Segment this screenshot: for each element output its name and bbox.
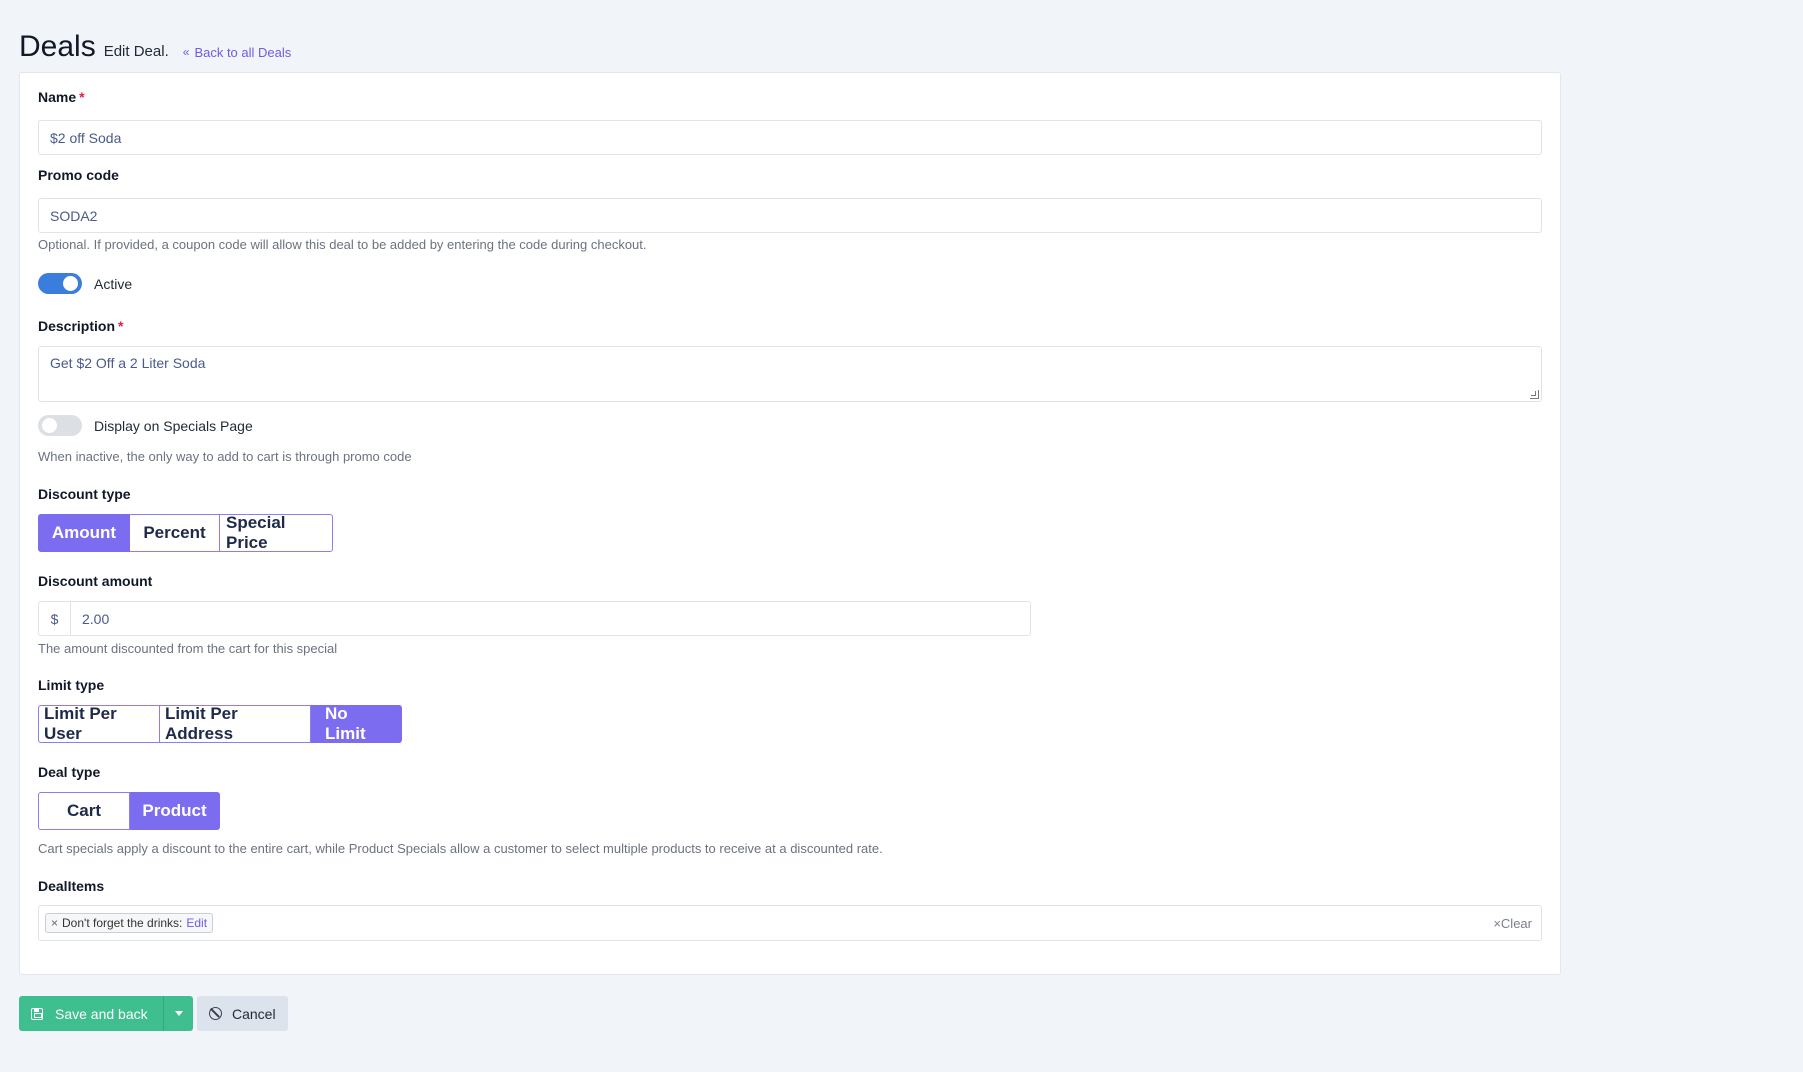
deal-item-tag: × Don't forget the drinks: Edit <box>45 913 214 933</box>
deal-type-help: Cart specials apply a discount to the en… <box>38 841 883 856</box>
save-button-group: Save and back <box>19 996 193 1031</box>
required-mark: * <box>79 89 85 105</box>
floppy-disk-icon <box>31 1007 43 1020</box>
discount-amount-value: 2.00 <box>82 610 110 627</box>
display-specials-toggle-row: Display on Specials Page <box>38 415 253 436</box>
discount-type-selector: Amount Percent Special Price <box>38 513 333 552</box>
name-input-value: $2 off Soda <box>50 129 122 146</box>
cancel-button[interactable]: Cancel <box>197 996 288 1031</box>
promo-code-label: Promo code <box>38 167 119 183</box>
required-mark: * <box>118 318 124 334</box>
promo-code-input[interactable]: SODA2 <box>38 198 1542 233</box>
description-textarea[interactable]: Get $2 Off a 2 Liter Soda <box>38 346 1542 402</box>
discount-type-amount-button[interactable]: Amount <box>38 514 130 552</box>
limit-per-address-button[interactable]: Limit Per Address <box>160 704 311 743</box>
active-toggle[interactable] <box>38 273 82 294</box>
resize-grip-icon[interactable] <box>1530 390 1539 399</box>
discount-type-percent-button[interactable]: Percent <box>130 514 220 552</box>
display-specials-toggle[interactable] <box>38 415 82 436</box>
back-link-label: Back to all Deals <box>194 44 292 60</box>
caret-down-icon <box>174 1011 183 1016</box>
deal-type-label: Deal type <box>38 764 101 780</box>
page-subtitle: Edit Deal. <box>103 43 169 60</box>
active-label: Active <box>94 275 133 292</box>
deal-type-selector: Cart Product <box>38 792 220 830</box>
cancel-label: Cancel <box>232 1005 276 1022</box>
discount-amount-help: The amount discounted from the cart for … <box>38 641 338 656</box>
discount-type-special-price-button[interactable]: Special Price <box>220 513 333 552</box>
promo-code-help: Optional. If provided, a coupon code wil… <box>38 237 647 252</box>
ban-icon <box>209 1007 222 1020</box>
double-chevron-left-icon: « <box>182 45 190 59</box>
description-value: Get $2 Off a 2 Liter Soda <box>50 355 206 371</box>
discount-type-label: Discount type <box>38 486 131 502</box>
toggle-knob <box>42 418 57 433</box>
page-header: Deals Edit Deal. « Back to all Deals <box>19 30 291 64</box>
deal-type-cart-button[interactable]: Cart <box>38 792 130 830</box>
discount-amount-group: $ 2.00 <box>38 601 1031 636</box>
save-and-back-label: Save and back <box>55 1005 148 1022</box>
limit-per-user-button[interactable]: Limit Per User <box>38 704 160 743</box>
name-label: Name * <box>38 89 85 105</box>
deal-item-edit-link[interactable]: Edit <box>186 916 207 930</box>
description-label: Description * <box>38 318 124 334</box>
deal-type-product-button[interactable]: Product <box>130 792 220 830</box>
deal-item-tag-label: Don't forget the drinks: <box>62 916 183 930</box>
discount-amount-label: Discount amount <box>38 573 153 589</box>
clear-deal-items-button[interactable]: ×Clear <box>1493 916 1532 931</box>
remove-tag-icon[interactable]: × <box>51 916 58 930</box>
name-input[interactable]: $2 off Soda <box>38 120 1542 155</box>
page-title: Deals <box>19 30 96 63</box>
back-to-deals-link[interactable]: « Back to all Deals <box>183 45 292 60</box>
currency-prefix: $ <box>38 601 70 636</box>
page: Deals Edit Deal. « Back to all Deals Nam… <box>0 0 1803 1072</box>
deal-items-select[interactable]: × Don't forget the drinks: Edit ×Clear <box>38 905 1542 941</box>
promo-code-value: SODA2 <box>50 207 98 224</box>
display-specials-help: When inactive, the only way to add to ca… <box>38 449 412 464</box>
limit-type-label: Limit type <box>38 677 105 693</box>
no-limit-button[interactable]: No Limit <box>311 704 402 743</box>
display-specials-label: Display on Specials Page <box>94 417 253 434</box>
save-options-dropdown-toggle[interactable] <box>163 996 193 1031</box>
toggle-knob <box>63 276 78 291</box>
discount-amount-input[interactable]: 2.00 <box>70 601 1031 636</box>
deal-items-label: DealItems <box>38 878 105 894</box>
save-and-back-button[interactable]: Save and back <box>19 996 163 1031</box>
deal-form-card: Name * $2 off Soda Promo code SODA2 Optio… <box>19 72 1561 975</box>
limit-type-selector: Limit Per User Limit Per Address No Limi… <box>38 704 402 743</box>
active-toggle-row: Active <box>38 273 132 294</box>
